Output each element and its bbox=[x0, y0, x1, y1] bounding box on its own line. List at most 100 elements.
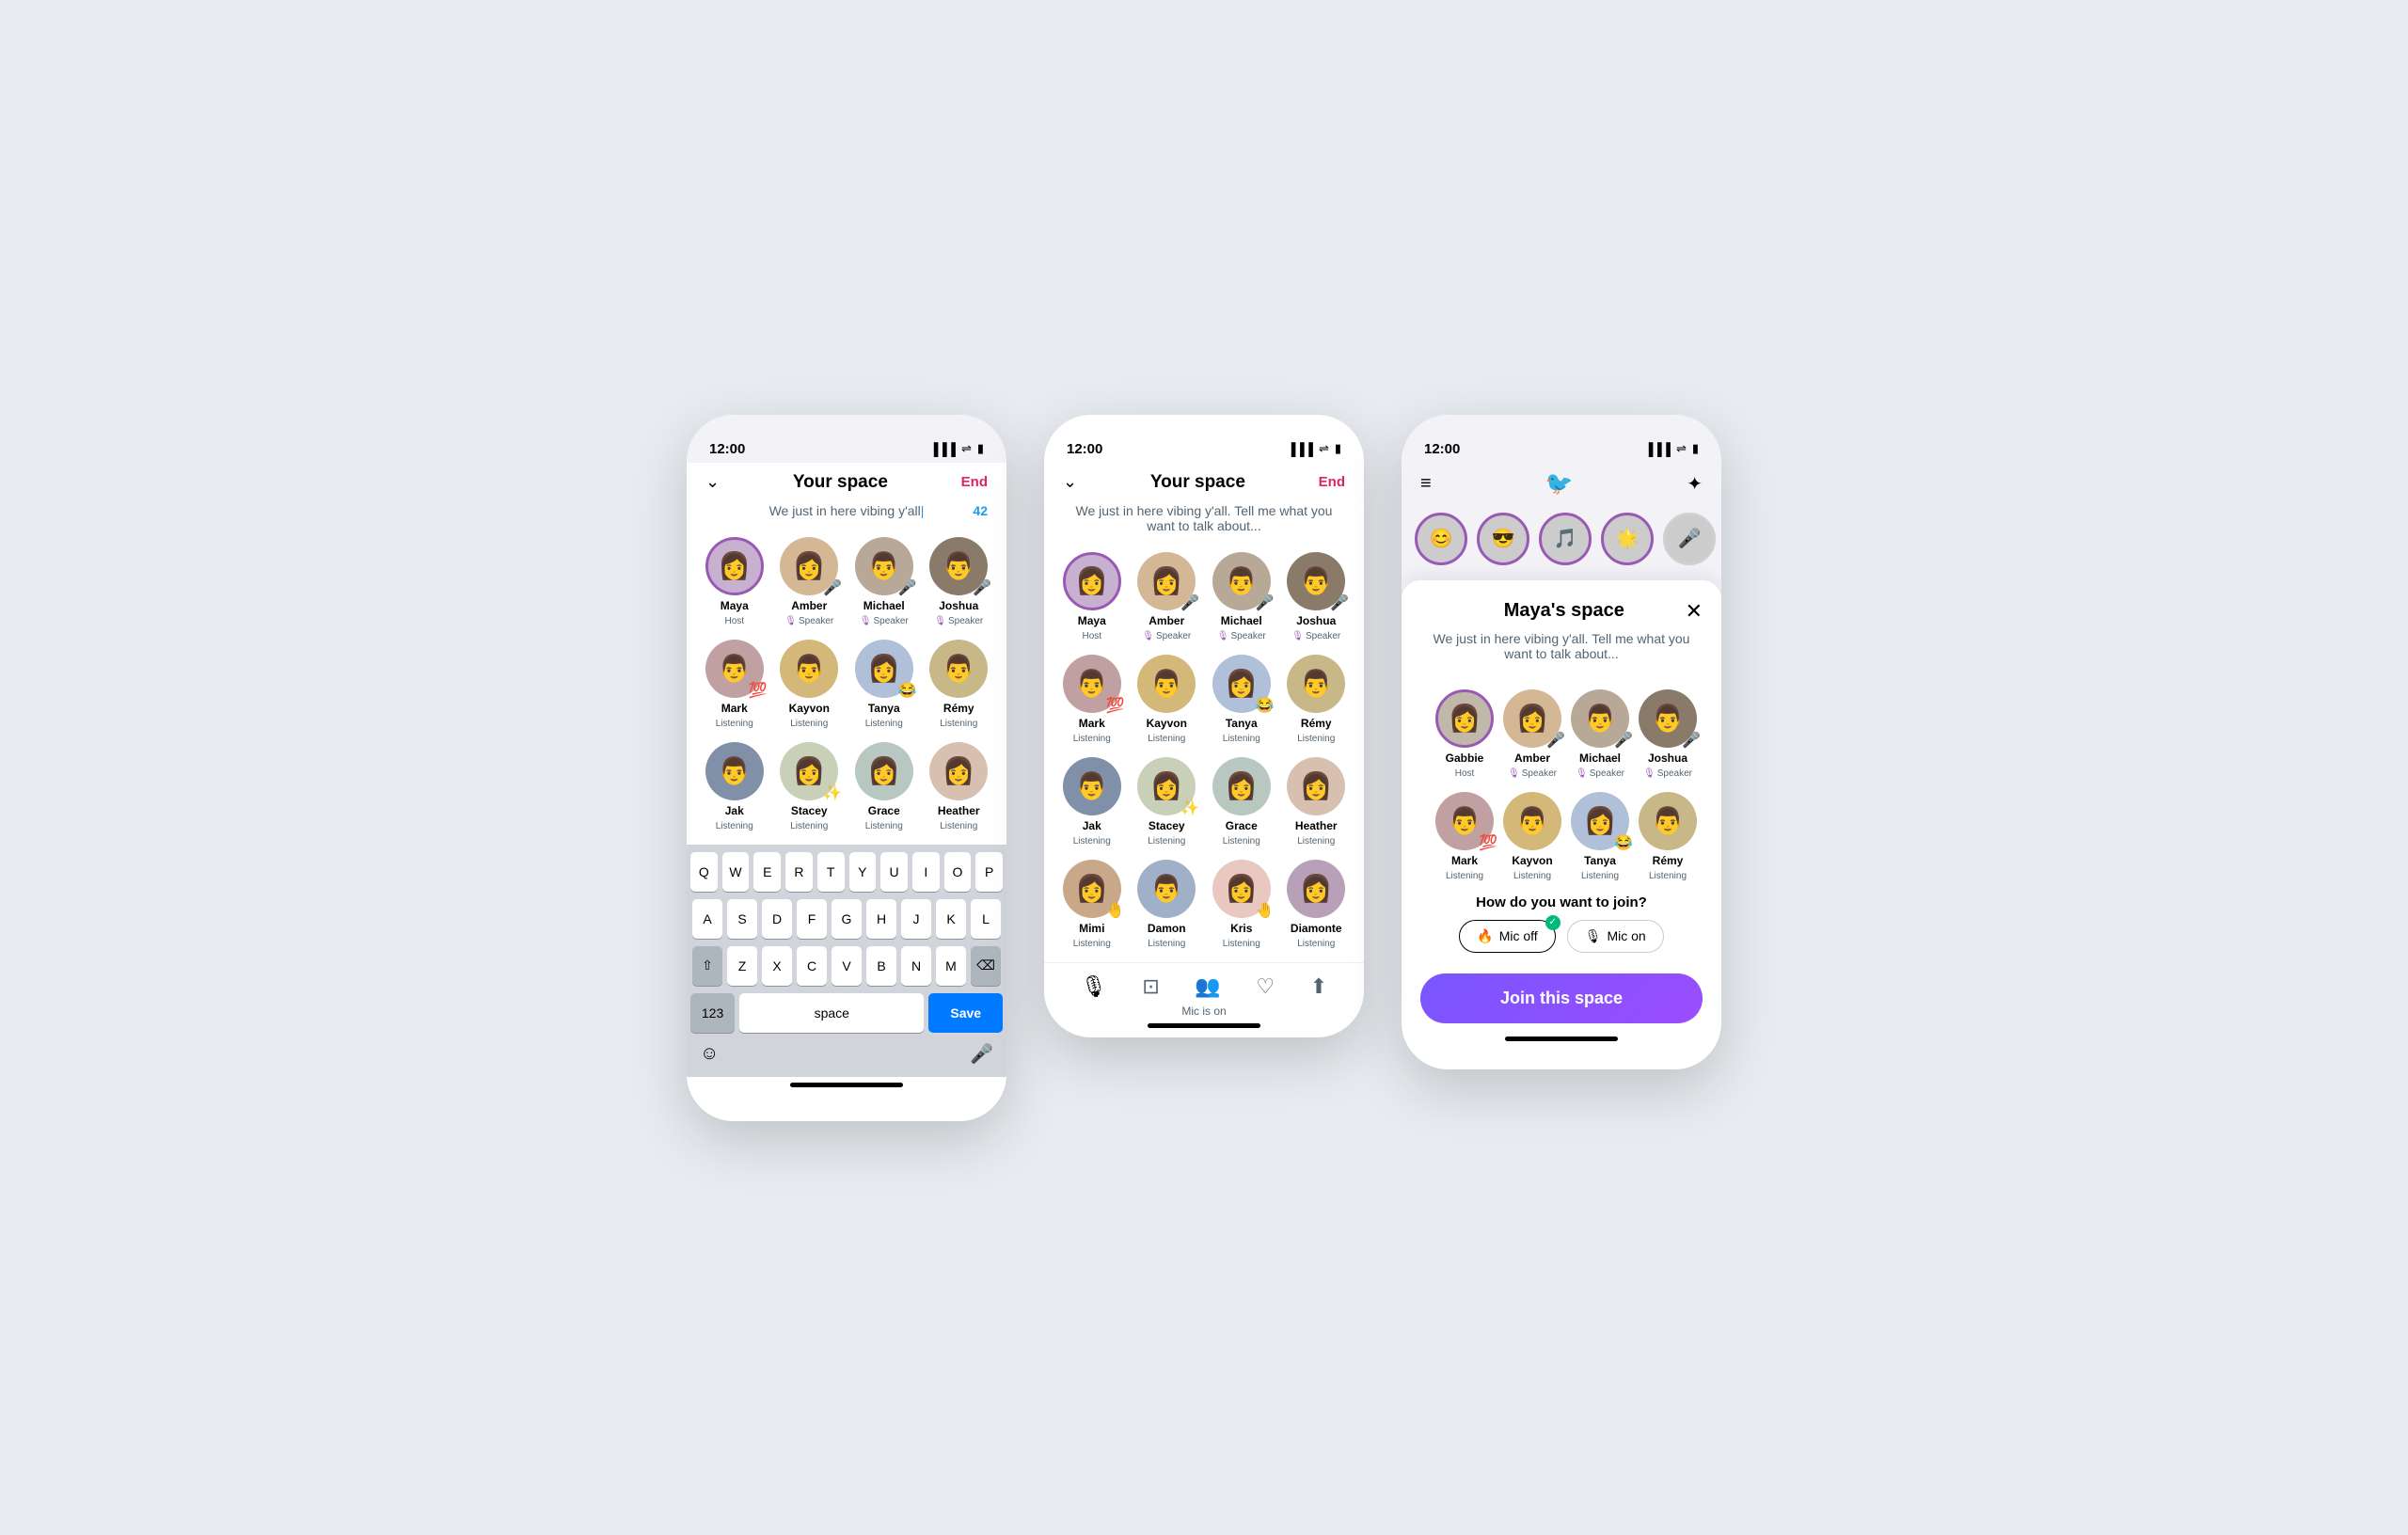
participant-stacey[interactable]: 👩✨StaceyListening bbox=[777, 742, 843, 831]
key-p[interactable]: P bbox=[975, 852, 1003, 892]
mic-on-button[interactable]: 🎙 Mic on bbox=[1567, 920, 1664, 953]
participant-kayvon[interactable]: 👨KayvonListening bbox=[1503, 792, 1561, 881]
participant-tanya[interactable]: 👩😂TanyaListening bbox=[1209, 655, 1275, 744]
sparkle-icon[interactable]: ✦ bbox=[1687, 472, 1703, 496]
participant-joshua[interactable]: 👨🎤Joshua🎙Speaker bbox=[1284, 552, 1350, 641]
key-d[interactable]: D bbox=[762, 899, 792, 939]
key-n[interactable]: N bbox=[901, 946, 931, 986]
key-a[interactable]: A bbox=[692, 899, 722, 939]
close-icon[interactable]: ✕ bbox=[1686, 599, 1703, 624]
key-l[interactable]: L bbox=[971, 899, 1001, 939]
participant-kayvon[interactable]: 👨KayvonListening bbox=[777, 640, 843, 729]
key-x[interactable]: X bbox=[762, 946, 792, 986]
participant-rémy[interactable]: 👨RémyListening bbox=[1284, 655, 1350, 744]
participant-amber[interactable]: 👩🎤Amber🎙Speaker bbox=[1503, 689, 1561, 779]
chevron-down-2[interactable]: ⌄ bbox=[1063, 472, 1077, 492]
story-2[interactable]: 😎 bbox=[1477, 513, 1529, 565]
participant-rémy[interactable]: 👨RémyListening bbox=[927, 640, 992, 729]
participant-mark[interactable]: 👨💯MarkListening bbox=[1059, 655, 1125, 744]
key-num[interactable]: 123 bbox=[690, 993, 735, 1033]
key-e[interactable]: E bbox=[753, 852, 781, 892]
participant-amber[interactable]: 👩🎤Amber🎙Speaker bbox=[777, 537, 843, 626]
key-v[interactable]: V bbox=[832, 946, 862, 986]
key-z[interactable]: Z bbox=[727, 946, 757, 986]
participant-heather[interactable]: 👩HeatherListening bbox=[1284, 757, 1350, 847]
participant-joshua[interactable]: 👨🎤Joshua🎙Speaker bbox=[927, 537, 992, 626]
key-k[interactable]: K bbox=[936, 899, 966, 939]
key-j[interactable]: J bbox=[901, 899, 931, 939]
key-q[interactable]: Q bbox=[690, 852, 718, 892]
participant-name-mimi: Mimi bbox=[1079, 922, 1104, 935]
participant-tanya[interactable]: 👩😂TanyaListening bbox=[1571, 792, 1629, 881]
participant-amber[interactable]: 👩🎤Amber🎙Speaker bbox=[1134, 552, 1200, 641]
participant-michael[interactable]: 👨🎤Michael🎙Speaker bbox=[851, 537, 917, 626]
participant-name-mark: Mark bbox=[1079, 717, 1105, 730]
participant-michael[interactable]: 👨🎤Michael🎙Speaker bbox=[1209, 552, 1275, 641]
story-4[interactable]: 🌟 bbox=[1601, 513, 1654, 565]
heart-icon[interactable]: ♡ bbox=[1256, 974, 1275, 999]
participant-kris[interactable]: 👩🤚KrisListening bbox=[1209, 860, 1275, 949]
participant-maya[interactable]: 👩MayaHost bbox=[1059, 552, 1125, 641]
mic-icon[interactable]: 🎙 bbox=[1081, 974, 1107, 999]
participant-role-mimi: Listening bbox=[1073, 939, 1111, 949]
participant-name-joshua: Joshua bbox=[939, 599, 978, 612]
participant-rémy[interactable]: 👨RémyListening bbox=[1639, 792, 1697, 881]
emoji-toolbar-icon[interactable]: ⊡ bbox=[1142, 974, 1159, 999]
key-h[interactable]: H bbox=[866, 899, 896, 939]
participant-michael[interactable]: 👨🎤Michael🎙Speaker bbox=[1571, 689, 1629, 779]
space-header-2: ⌄ Your space End bbox=[1044, 463, 1364, 498]
participant-maya[interactable]: 👩MayaHost bbox=[702, 537, 768, 626]
participant-grace[interactable]: 👩GraceListening bbox=[851, 742, 917, 831]
hamburger-icon[interactable]: ≡ bbox=[1420, 473, 1432, 495]
participant-jak[interactable]: 👨JakListening bbox=[702, 742, 768, 831]
participant-jak[interactable]: 👨JakListening bbox=[1059, 757, 1125, 847]
participant-mark[interactable]: 👨💯MarkListening bbox=[1435, 792, 1494, 881]
fire-emoji: 🔥 bbox=[1477, 928, 1493, 944]
key-f[interactable]: F bbox=[797, 899, 827, 939]
participant-stacey[interactable]: 👩✨StaceyListening bbox=[1134, 757, 1200, 847]
avatar-emoji-tanya: 😂 bbox=[898, 681, 917, 700]
story-5[interactable]: 🎤 bbox=[1663, 513, 1716, 565]
participant-mark[interactable]: 👨💯MarkListening bbox=[702, 640, 768, 729]
key-t[interactable]: T bbox=[817, 852, 845, 892]
key-b[interactable]: B bbox=[866, 946, 896, 986]
key-backspace[interactable]: ⌫ bbox=[971, 946, 1001, 986]
story-3[interactable]: 🎵 bbox=[1539, 513, 1592, 565]
end-button-2[interactable]: End bbox=[1319, 474, 1345, 490]
key-u[interactable]: U bbox=[880, 852, 908, 892]
key-r[interactable]: R bbox=[785, 852, 813, 892]
key-shift[interactable]: ⇧ bbox=[692, 946, 722, 986]
emoji-key[interactable]: ☺ bbox=[700, 1043, 719, 1065]
key-g[interactable]: G bbox=[832, 899, 862, 939]
mic-off-button[interactable]: 🔥 Mic off ✓ bbox=[1459, 920, 1555, 953]
participant-tanya[interactable]: 👩😂TanyaListening bbox=[851, 640, 917, 729]
participant-kayvon[interactable]: 👨KayvonListening bbox=[1134, 655, 1200, 744]
end-button-1[interactable]: End bbox=[961, 474, 988, 490]
key-s[interactable]: S bbox=[727, 899, 757, 939]
participant-role-tanya: Listening bbox=[1223, 734, 1260, 744]
key-m[interactable]: M bbox=[936, 946, 966, 986]
participant-role-amber: 🎙Speaker bbox=[784, 616, 833, 626]
key-y[interactable]: Y bbox=[849, 852, 877, 892]
chevron-down-1[interactable]: ⌄ bbox=[705, 472, 720, 492]
participant-heather[interactable]: 👩HeatherListening bbox=[927, 742, 992, 831]
people-icon[interactable]: 👥 bbox=[1195, 974, 1220, 999]
participant-diamonte[interactable]: 👩DiamonteListening bbox=[1284, 860, 1350, 949]
participant-grace[interactable]: 👩GraceListening bbox=[1209, 757, 1275, 847]
participant-joshua[interactable]: 👨🎤Joshua🎙Speaker bbox=[1639, 689, 1697, 779]
join-space-button[interactable]: Join this space bbox=[1420, 973, 1703, 1023]
key-w[interactable]: W bbox=[722, 852, 750, 892]
key-o[interactable]: O bbox=[944, 852, 972, 892]
voice-key[interactable]: 🎤 bbox=[970, 1042, 993, 1066]
key-c[interactable]: C bbox=[797, 946, 827, 986]
share-icon[interactable]: ⬆ bbox=[1310, 974, 1327, 999]
participant-mimi[interactable]: 👩🤚MimiListening bbox=[1059, 860, 1125, 949]
participant-role-kayvon: Listening bbox=[1148, 734, 1185, 744]
key-i[interactable]: I bbox=[912, 852, 940, 892]
key-save[interactable]: Save bbox=[928, 993, 1003, 1033]
participant-gabbie[interactable]: 👩GabbieHost bbox=[1435, 689, 1494, 779]
mic-control: 🎙 bbox=[1081, 974, 1107, 999]
story-1[interactable]: 😊 bbox=[1415, 513, 1467, 565]
key-space[interactable]: space bbox=[739, 993, 924, 1033]
participant-damon[interactable]: 👨DamonListening bbox=[1134, 860, 1200, 949]
